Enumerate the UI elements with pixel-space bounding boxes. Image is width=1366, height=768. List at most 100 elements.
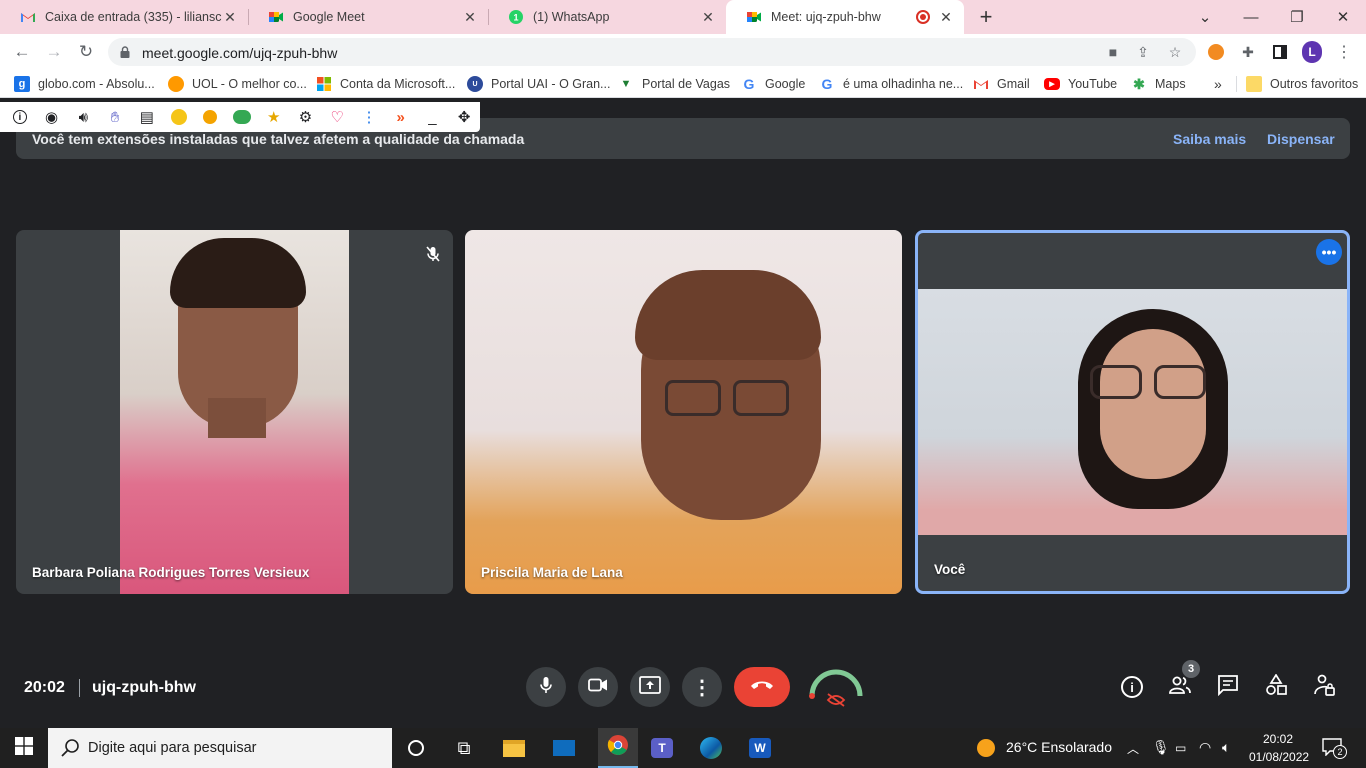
bookmark-portal-uai[interactable]: U Portal UAI - O Gran... bbox=[467, 75, 610, 93]
taskbar-date[interactable]: 01/08/2022 bbox=[1249, 750, 1309, 764]
share-icon[interactable]: ⇪ bbox=[1134, 44, 1152, 60]
emoji-icon[interactable] bbox=[163, 106, 195, 128]
close-tab-icon[interactable]: ✕ bbox=[938, 9, 954, 26]
bookmark-globo[interactable]: g globo.com - Absolu... bbox=[14, 75, 155, 93]
speaker-icon[interactable]: 🔊︎ bbox=[67, 106, 99, 128]
extensions-puzzle-icon[interactable]: ✚ bbox=[1238, 42, 1258, 62]
chat-button[interactable] bbox=[1215, 674, 1241, 700]
close-window-button[interactable]: ✕ bbox=[1320, 0, 1366, 34]
tile-more-options-icon[interactable]: ••• bbox=[1316, 239, 1342, 265]
bookmark-olhadinha[interactable]: Gé uma olhadinha ne... bbox=[819, 75, 964, 93]
raise-hand-icon[interactable]: ✋︎ bbox=[99, 106, 131, 128]
bookmark-youtube[interactable]: ▶ YouTube bbox=[1044, 75, 1117, 93]
mail-app-button[interactable] bbox=[550, 734, 578, 762]
close-tab-icon[interactable]: ✕ bbox=[462, 9, 478, 26]
close-tab-icon[interactable]: ✕ bbox=[222, 9, 238, 26]
eye-icon[interactable]: ◉ bbox=[36, 106, 68, 128]
lock-person-icon bbox=[1313, 674, 1335, 701]
microphone-icon bbox=[539, 676, 553, 699]
file-explorer-button[interactable] bbox=[500, 734, 528, 762]
chrome-taskbar-button[interactable] bbox=[598, 728, 638, 768]
bookmarks-bar: g globo.com - Absolu... UOL - O melhor co… bbox=[0, 70, 1366, 98]
bookmarks-overflow-button[interactable]: » bbox=[1214, 75, 1222, 93]
heart-icon[interactable]: ♡ bbox=[321, 106, 353, 128]
more-vertical-icon[interactable]: ⋮ bbox=[353, 106, 385, 128]
learn-more-link[interactable]: Saiba mais bbox=[1173, 131, 1246, 147]
lock-icon bbox=[120, 45, 130, 58]
notifications-button[interactable]: 2 bbox=[1322, 738, 1347, 759]
self-participant-tile[interactable]: ••• Você bbox=[915, 230, 1350, 594]
camera-button[interactable] bbox=[578, 667, 618, 707]
battery-icon[interactable]: ▭ bbox=[1175, 741, 1186, 755]
microphone-tray-icon: 🎙︎ bbox=[1152, 739, 1170, 755]
word-icon: W bbox=[749, 738, 771, 758]
settings-gear-icon[interactable]: ⚙ bbox=[290, 106, 322, 128]
minimize-button[interactable]: — bbox=[1228, 0, 1274, 34]
side-panel-icon[interactable] bbox=[1270, 42, 1290, 62]
wifi-icon[interactable]: ◠ bbox=[1199, 739, 1211, 756]
present-screen-button[interactable] bbox=[630, 667, 670, 707]
star-icon[interactable]: ★ bbox=[258, 106, 290, 128]
meeting-details-button[interactable]: i bbox=[1119, 674, 1145, 700]
participant-tile[interactable]: Priscila Maria de Lana bbox=[465, 230, 902, 594]
award-icon[interactable] bbox=[194, 106, 226, 128]
show-hidden-icons-chevron-icon[interactable]: ︿ bbox=[1127, 740, 1139, 757]
self-video bbox=[918, 289, 1347, 535]
weather-text[interactable]: 26°C Ensolarado bbox=[1006, 739, 1112, 755]
edge-button[interactable] bbox=[697, 734, 725, 762]
banner-message: Você tem extensões instaladas que talvez… bbox=[32, 131, 525, 147]
more-options-button[interactable]: ⋮ bbox=[682, 667, 722, 707]
visual-effects-button[interactable] bbox=[806, 664, 866, 710]
restore-button[interactable]: ❐ bbox=[1274, 0, 1320, 34]
task-view-button[interactable]: ⧉ bbox=[450, 734, 478, 762]
tab-google-meet[interactable]: Google Meet ✕ bbox=[248, 0, 488, 34]
address-bar[interactable]: meet.google.com/ujq-zpuh-bhw ■ ⇪ ☆ bbox=[108, 38, 1196, 66]
participant-name: Priscila Maria de Lana bbox=[481, 565, 623, 580]
activities-shapes-icon bbox=[1265, 672, 1287, 701]
other-favorites-folder[interactable]: Outros favoritos bbox=[1246, 75, 1358, 93]
profile-avatar[interactable]: L bbox=[1302, 41, 1322, 63]
tab-search-icon[interactable]: ⌄ bbox=[1182, 0, 1228, 34]
chat-bubble-icon[interactable] bbox=[226, 106, 258, 128]
browser-menu-icon[interactable]: ⋮ bbox=[1334, 42, 1354, 62]
bookmark-uol[interactable]: UOL - O melhor co... bbox=[168, 75, 307, 93]
microphone-button[interactable] bbox=[526, 667, 566, 707]
camera-in-use-icon[interactable]: ■ bbox=[1104, 44, 1122, 60]
taskbar-search-box[interactable]: Digite aqui para pesquisar bbox=[48, 728, 392, 768]
tab-gmail[interactable]: Caixa de entrada (335) - lilianscar ✕ bbox=[0, 0, 248, 34]
taskbar-clock[interactable]: 20:02 bbox=[1263, 732, 1293, 746]
new-tab-button[interactable]: + bbox=[964, 0, 1008, 34]
tab-whatsapp[interactable]: 1 (1) WhatsApp ✕ bbox=[488, 0, 726, 34]
forward-button[interactable]: → bbox=[42, 40, 66, 64]
teams-button[interactable]: T bbox=[648, 734, 676, 762]
move-handle-icon[interactable]: ✥ bbox=[448, 106, 480, 128]
bookmark-portal-vagas[interactable]: ▼ Portal de Vagas bbox=[618, 75, 730, 93]
bookmark-microsoft[interactable]: Conta da Microsoft... bbox=[316, 75, 455, 93]
leave-call-button[interactable] bbox=[734, 667, 790, 707]
bookmark-star-icon[interactable]: ☆ bbox=[1166, 44, 1184, 60]
activities-button[interactable] bbox=[1263, 672, 1289, 701]
volume-icon[interactable]: 🔈︎ bbox=[1222, 739, 1230, 756]
dismiss-button[interactable]: Dispensar bbox=[1267, 131, 1335, 147]
start-button[interactable] bbox=[10, 734, 38, 762]
muted-mic-icon bbox=[421, 242, 445, 266]
video-camera-icon bbox=[588, 678, 608, 697]
close-tab-icon[interactable]: ✕ bbox=[700, 9, 716, 26]
reload-button[interactable]: ↻ bbox=[74, 40, 98, 64]
extension-orange-icon[interactable] bbox=[1206, 42, 1226, 62]
bookmark-google[interactable]: G Google bbox=[741, 75, 806, 93]
host-controls-button[interactable] bbox=[1311, 674, 1337, 700]
tab-meet-active[interactable]: Meet: ujq-zpuh-bhw ✕ bbox=[726, 0, 964, 34]
bookmark-gmail[interactable]: Gmail bbox=[973, 75, 1030, 93]
meet-icon bbox=[746, 9, 762, 25]
double-chevron-icon[interactable]: » bbox=[385, 106, 417, 128]
word-button[interactable]: W bbox=[746, 734, 774, 762]
clipboard-icon[interactable]: ▤ bbox=[131, 106, 163, 128]
people-button[interactable]: 3 bbox=[1167, 660, 1200, 700]
back-button[interactable]: ← bbox=[10, 40, 34, 64]
cortana-button[interactable] bbox=[402, 734, 430, 762]
bookmark-maps[interactable]: ✱ Maps bbox=[1131, 75, 1185, 93]
info-icon[interactable]: i bbox=[4, 106, 36, 128]
participant-tile[interactable]: Barbara Poliana Rodrigues Torres Versieu… bbox=[16, 230, 453, 594]
minimize-toolbar-icon[interactable]: _ bbox=[417, 106, 449, 128]
